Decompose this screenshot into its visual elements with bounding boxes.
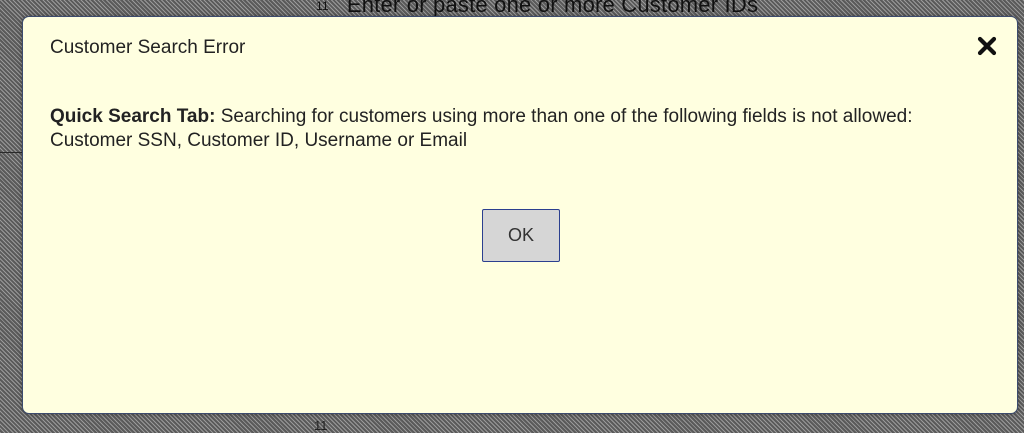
ok-button[interactable]: OK	[482, 209, 560, 262]
dialog-title: Customer Search Error	[50, 37, 246, 58]
close-button[interactable]	[973, 32, 1001, 60]
close-x-icon	[977, 36, 997, 56]
error-dialog: Customer Search Error Quick Search Tab: …	[22, 16, 1018, 414]
hint-marker: 11	[316, 0, 329, 13]
error-message: Quick Search Tab: Searching for customer…	[50, 105, 990, 153]
message-lead: Quick Search Tab:	[50, 106, 216, 127]
bottom-marker: 11	[314, 418, 328, 433]
background-divider	[0, 152, 24, 153]
hint-text: Enter or paste one or more Customer IDs	[346, 0, 759, 17]
